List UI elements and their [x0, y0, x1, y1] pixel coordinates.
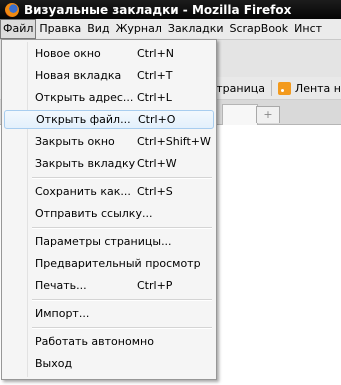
menu-item-label: Работать автономно	[35, 335, 154, 348]
menu-item-open-location[interactable]: Открыть адрес... Ctrl+L	[4, 88, 214, 107]
menu-item-shortcut: Ctrl+Shift+W	[137, 135, 211, 148]
menu-item-open-file[interactable]: Открыть файл... Ctrl+O	[4, 110, 214, 129]
menu-item-close-window[interactable]: Закрыть окно Ctrl+Shift+W	[4, 132, 214, 151]
menu-item-print-preview[interactable]: Предварительный просмотр	[4, 254, 214, 273]
menu-item-label: Печать...	[35, 279, 87, 292]
menu-edit[interactable]: Правка	[36, 20, 84, 38]
file-menu-dropdown: Новое окно Ctrl+N Новая вкладка Ctrl+T О…	[1, 39, 217, 380]
menu-item-print[interactable]: Печать... Ctrl+P	[4, 276, 214, 295]
bookmark-item-page[interactable]: страница	[210, 82, 265, 95]
menu-item-shortcut: Ctrl+T	[137, 69, 173, 82]
menu-item-label: Новое окно	[35, 47, 101, 60]
title-bar: Визуальные закладки - Mozilla Firefox	[0, 0, 341, 19]
menu-item-import[interactable]: Импорт...	[4, 304, 214, 323]
bookmark-item-page-label: страница	[210, 81, 265, 95]
menu-tools[interactable]: Инст	[291, 20, 325, 38]
window-title: Визуальные закладки - Mozilla Firefox	[24, 2, 292, 17]
menu-bar: Файл Правка Вид Журнал Закладки ScrapBoo…	[0, 19, 341, 40]
menu-item-shortcut: Ctrl+P	[137, 279, 173, 292]
menu-history[interactable]: Журнал	[113, 20, 165, 38]
bookmark-item-feed[interactable]: Лента н	[277, 81, 341, 95]
menu-item-label: Закрыть окно	[35, 135, 115, 148]
menu-item-shortcut: Ctrl+O	[138, 113, 176, 126]
menu-item-new-window[interactable]: Новое окно Ctrl+N	[4, 44, 214, 63]
menu-item-new-tab[interactable]: Новая вкладка Ctrl+T	[4, 66, 214, 85]
menu-item-label: Отправить ссылку...	[35, 207, 153, 220]
menu-item-shortcut: Ctrl+W	[137, 157, 177, 170]
menu-item-shortcut: Ctrl+L	[137, 91, 172, 104]
firefox-logo-icon	[5, 2, 19, 17]
new-tab-button[interactable]: +	[256, 106, 280, 123]
menu-file[interactable]: Файл	[0, 19, 37, 39]
menu-item-work-offline[interactable]: Работать автономно	[4, 332, 214, 351]
menu-separator	[32, 299, 212, 301]
rss-feed-icon	[277, 81, 291, 95]
bookmark-item-feed-label: Лента н	[294, 81, 341, 95]
menu-item-label: Открыть адрес...	[35, 91, 134, 104]
menu-separator	[32, 177, 212, 179]
menu-scrapbook[interactable]: ScrapBook	[227, 20, 292, 38]
menu-item-shortcut: Ctrl+S	[137, 185, 173, 198]
menu-separator	[32, 327, 212, 329]
menu-item-label: Закрыть вкладку	[35, 157, 136, 170]
menu-item-label: Импорт...	[35, 307, 90, 320]
menu-item-page-setup[interactable]: Параметры страницы...	[4, 232, 214, 251]
menu-item-shortcut: Ctrl+N	[137, 47, 175, 60]
menu-item-exit[interactable]: Выход	[4, 354, 214, 373]
menu-item-label: Новая вкладка	[35, 69, 122, 82]
tab[interactable]	[222, 104, 258, 125]
menu-bookmarks[interactable]: Закладки	[165, 20, 227, 38]
menu-item-close-tab[interactable]: Закрыть вкладку Ctrl+W	[4, 154, 214, 173]
menu-view[interactable]: Вид	[84, 20, 112, 38]
menu-item-send-link[interactable]: Отправить ссылку...	[4, 204, 214, 223]
menu-item-label: Сохранить как...	[35, 185, 131, 198]
menu-item-label: Предварительный просмотр	[35, 257, 201, 270]
menu-item-label: Параметры страницы...	[35, 235, 172, 248]
menu-separator	[32, 227, 212, 229]
menu-item-label: Выход	[35, 357, 73, 370]
menu-item-label: Открыть файл...	[36, 113, 131, 126]
toolbar-separator	[270, 80, 272, 96]
menu-item-save-as[interactable]: Сохранить как... Ctrl+S	[4, 182, 214, 201]
